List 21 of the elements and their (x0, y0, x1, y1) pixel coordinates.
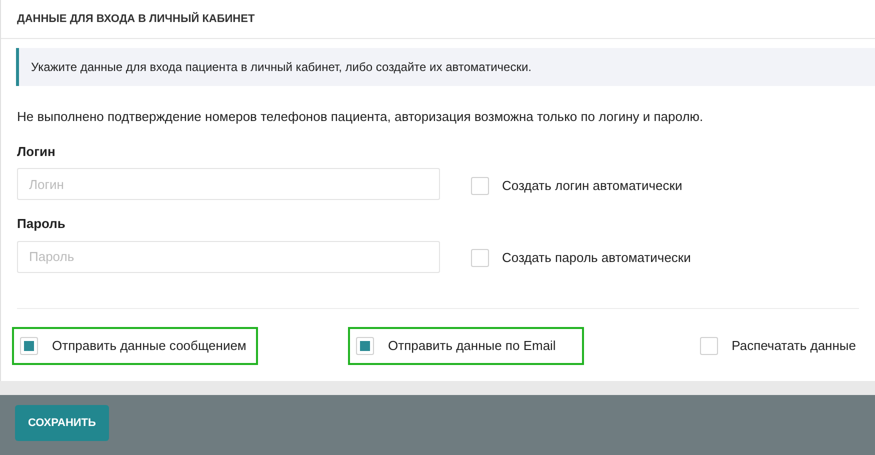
checkbox-label: Создать пароль автоматически (502, 249, 691, 268)
input-field[interactable]: Логин (17, 168, 440, 200)
warning-text: Не выполнено подтверждение номеров телефонов пациента, авторизация возможна только по логину и паролю. (17, 108, 704, 126)
checkbox[interactable] (471, 176, 489, 194)
info-banner: Укажите данные для входа пациента в личный кабинет, либо создайте их автоматически. (16, 48, 875, 86)
checkbox-label: Создать логин автоматически (502, 176, 682, 195)
option-row[interactable]: Отправить данные сообщением (12, 326, 258, 364)
option-row[interactable]: Отправить данные по Email (348, 326, 584, 364)
checkbox-label: Отправить данные сообщением (52, 336, 246, 355)
checkbox[interactable] (700, 336, 718, 354)
field-label: Логин (17, 142, 56, 160)
checkbox[interactable] (356, 336, 374, 354)
checkbox-label: Распечатать данные (732, 336, 856, 355)
option-row[interactable]: Распечатать данные (692, 326, 864, 364)
field-label: Пароль (17, 215, 66, 233)
checkbox[interactable] (20, 336, 38, 354)
checkbox-label: Отправить данные по Email (388, 336, 556, 355)
input-field[interactable]: Пароль (17, 240, 440, 272)
checkbox[interactable] (471, 249, 489, 267)
panel-title: ДАННЫЕ ДЛЯ ВХОДА В ЛИЧНЫЙ КАБИНЕТ (17, 11, 255, 27)
save-button[interactable]: СОХРАНИТЬ (15, 405, 109, 441)
